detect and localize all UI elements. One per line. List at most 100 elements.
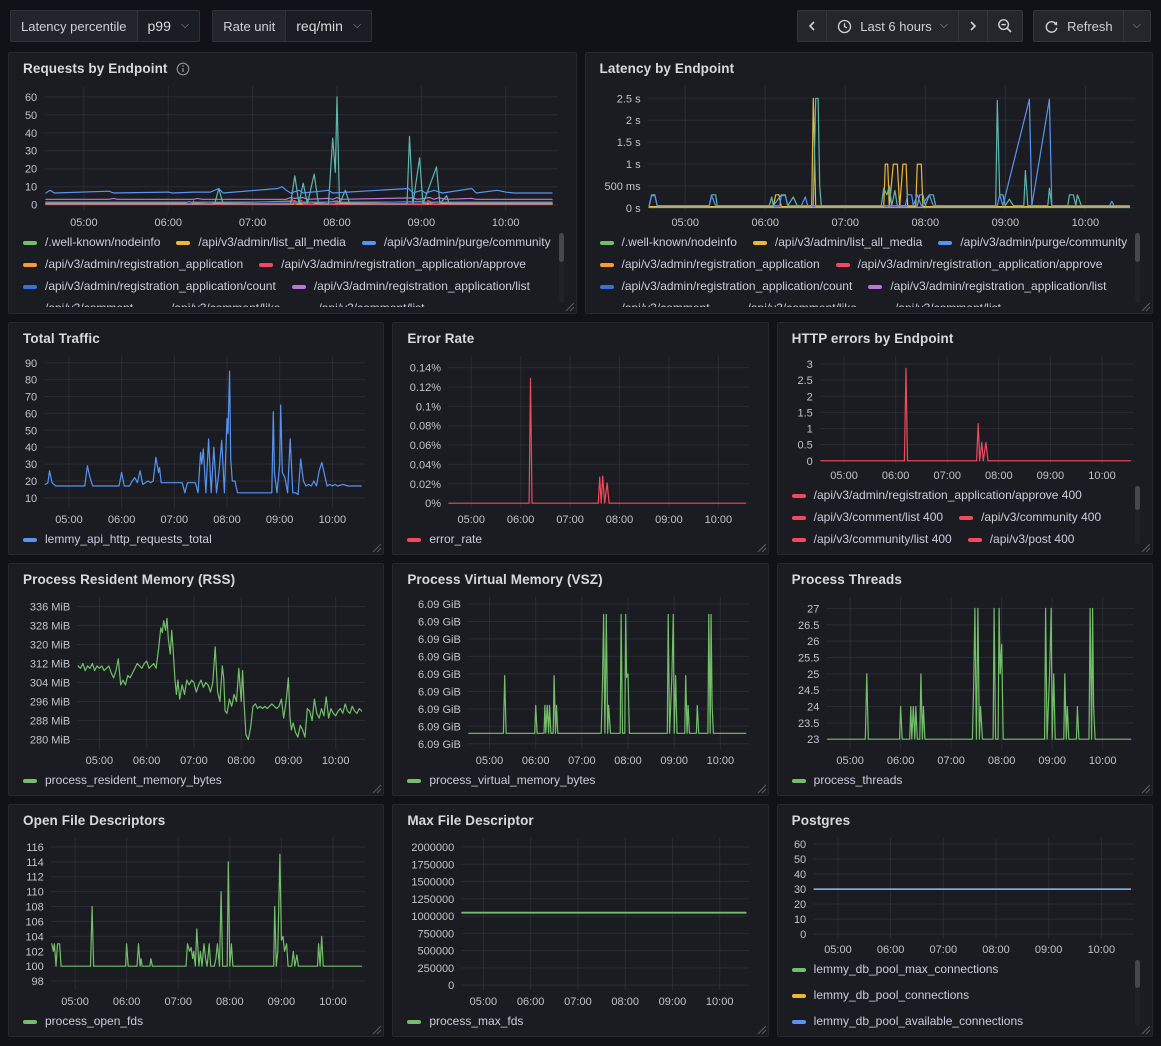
time-series-chart[interactable]: 98 100 102 104 106 108 110 112 114 116 05:00 06:00 0… <box>19 830 373 1010</box>
time-series-chart[interactable]: 0 10 20 30 40 50 60 05:00 06:00 07:00 08:00 09:00 10… <box>19 78 566 231</box>
panel-resize-handle[interactable] <box>1139 300 1151 312</box>
legend-item[interactable]: /api/v3/comment/list <box>872 300 1001 307</box>
legend-scrollbar-thumb[interactable] <box>1135 233 1140 263</box>
panel-resize-handle[interactable] <box>370 782 382 794</box>
legend-item[interactable]: /api/v3/admin/list_all_media <box>752 234 922 251</box>
panel-title[interactable]: Process Virtual Memory (VSZ) <box>407 572 602 587</box>
refresh-interval-button[interactable]: ⌵ <box>1122 10 1151 42</box>
svg-text:08:00: 08:00 <box>323 217 351 229</box>
legend-item[interactable]: /api/v3/admin/registration_application/c… <box>599 278 852 295</box>
time-range-picker-button[interactable]: Last 6 hours ⌵ <box>826 10 960 42</box>
time-series-chart[interactable]: 0% 0.02% 0.04% 0.06% 0.08% 0.1% 0.12% 0.14% 05:0… <box>403 348 757 528</box>
svg-text:6.09 GiB: 6.09 GiB <box>418 721 461 733</box>
panel-title[interactable]: HTTP errors by Endpoint <box>792 331 954 346</box>
legend-item[interactable]: /api/v3/admin/registration_application/l… <box>291 278 530 295</box>
panel-resize-handle[interactable] <box>563 300 575 312</box>
legend-swatch <box>791 1019 806 1024</box>
legend-item[interactable]: /api/v3/comment <box>23 300 133 307</box>
panel-header: Latency by Endpoint <box>596 59 1143 78</box>
legend-item[interactable]: /api/v3/admin/registration_application/c… <box>23 278 276 295</box>
panel-title[interactable]: Requests by Endpoint <box>23 61 168 76</box>
time-series-chart[interactable]: 6.09 GiB 6.09 GiB 6.09 GiB 6.09 GiB 6.09 GiB… <box>403 589 757 769</box>
svg-text:07:00: 07:00 <box>933 470 961 482</box>
time-shift-back-button[interactable] <box>797 10 828 42</box>
svg-text:08:00: 08:00 <box>985 470 1013 482</box>
time-series-chart[interactable]: 0 10 20 30 40 50 60 05:00 06:00 07:00 08:00 09:00 10… <box>788 830 1142 958</box>
time-series-chart[interactable]: 0 s 500 ms 1 s 1.5 s 2 s 2.5 s 05:00 06:00 07:00… <box>596 78 1143 231</box>
legend-label: process_max_fds <box>429 1014 524 1028</box>
legend-item[interactable]: /api/v3/admin/registration_application/a… <box>259 256 526 273</box>
legend-scrollbar-thumb[interactable] <box>1135 486 1140 511</box>
legend-item[interactable]: /api/v3/comment/list <box>296 300 424 307</box>
legend-item[interactable]: error_rate <box>407 531 482 548</box>
legend-item[interactable]: /api/v3/admin/registration_application/a… <box>791 487 1082 504</box>
panel-title[interactable]: Open File Descriptors <box>23 813 165 828</box>
panel-resize-handle[interactable] <box>370 541 382 553</box>
svg-text:6.09 GiB: 6.09 GiB <box>418 634 461 646</box>
zoom-out-time-button[interactable] <box>987 10 1024 42</box>
legend-item[interactable]: process_open_fds <box>23 1013 143 1030</box>
panel-resize-handle[interactable] <box>1139 541 1151 553</box>
legend-item[interactable]: /api/v3/admin/purge/community <box>361 234 551 251</box>
panel-resize-handle[interactable] <box>370 1023 382 1035</box>
time-series-chart[interactable]: 10 20 30 40 50 60 70 80 90 05:00 06:00 07:00 08:00 09… <box>19 348 373 528</box>
legend-item[interactable]: process_virtual_memory_bytes <box>407 772 595 789</box>
panel-title[interactable]: Error Rate <box>407 331 474 346</box>
legend-item[interactable]: lemmy_db_pool_available_connections <box>791 1013 1023 1030</box>
legend-item[interactable]: /api/v3/comment/like <box>149 300 280 307</box>
info-icon[interactable] <box>176 62 190 76</box>
svg-text:08:00: 08:00 <box>982 944 1010 956</box>
panel-title[interactable]: Max File Descriptor <box>407 813 533 828</box>
legend-label: /api/v3/comment <box>45 300 133 307</box>
svg-text:102: 102 <box>25 946 43 958</box>
rate-unit-value: req/min <box>296 18 343 34</box>
legend-item[interactable]: /api/v3/admin/registration_application <box>599 256 820 273</box>
legend-item[interactable]: /api/v3/admin/registration_application/l… <box>868 278 1106 295</box>
refresh-button[interactable]: Refresh <box>1033 10 1124 42</box>
time-series-chart[interactable]: 0 250000 500000 750000 1000000 1250000 1500000… <box>403 830 757 1010</box>
legend-item[interactable]: lemmy_db_pool_connections <box>791 987 969 1004</box>
time-series-chart[interactable]: 280 MiB 288 MiB 296 MiB 304 MiB 312 MiB 320 M… <box>19 589 373 769</box>
panel-resize-handle[interactable] <box>1139 1023 1151 1035</box>
panel-resize-handle[interactable] <box>755 782 767 794</box>
legend-item[interactable]: /api/v3/comment <box>599 300 710 307</box>
svg-text:6.09 GiB: 6.09 GiB <box>418 686 461 698</box>
legend-item[interactable]: /.well-known/nodeinfo <box>599 234 737 251</box>
legend-item[interactable]: /api/v3/comment/list 400 <box>791 509 943 526</box>
legend-item[interactable]: /api/v3/community/list 400 <box>791 531 952 548</box>
panel-resize-handle[interactable] <box>755 541 767 553</box>
legend-item[interactable]: process_max_fds <box>407 1013 523 1030</box>
time-series-chart[interactable]: 0 0.5 1 1.5 2 2.5 3 05:00 06:00 07:00 08:00 09:00 10… <box>788 348 1142 484</box>
time-series-chart[interactable]: 23 23.5 24 24.5 25 25.5 26 26.5 27 05:00 06:00 07:0… <box>788 589 1142 769</box>
legend-item[interactable]: /api/v3/post 400 <box>967 531 1074 548</box>
legend-item[interactable]: lemmy_api_http_requests_total <box>23 531 212 548</box>
legend-scrollbar-thumb[interactable] <box>558 233 564 263</box>
time-shift-forward-button[interactable] <box>958 10 989 42</box>
legend-swatch <box>599 306 614 307</box>
legend-item[interactable]: /.well-known/nodeinfo <box>23 234 160 251</box>
panel-title[interactable]: Postgres <box>792 813 851 828</box>
legend-scrollbar-thumb[interactable] <box>1135 960 1140 988</box>
legend-item[interactable]: process_resident_memory_bytes <box>23 772 222 789</box>
panel-resize-handle[interactable] <box>755 1023 767 1035</box>
svg-text:0 s: 0 s <box>625 203 640 215</box>
legend-item[interactable]: process_threads <box>791 772 902 789</box>
clock-icon <box>838 19 852 33</box>
legend-item[interactable]: /api/v3/admin/list_all_media <box>176 234 346 251</box>
panel-title[interactable]: Process Resident Memory (RSS) <box>23 572 235 587</box>
legend-item[interactable]: lemmy_db_pool_max_connections <box>791 961 998 978</box>
svg-text:6.09 GiB: 6.09 GiB <box>418 669 461 681</box>
panel-title[interactable]: Latency by Endpoint <box>600 61 735 76</box>
latency-percentile-select[interactable]: p99 ⌵ <box>136 10 201 42</box>
panel-title[interactable]: Total Traffic <box>23 331 100 346</box>
rate-unit-select[interactable]: req/min ⌵ <box>285 10 373 42</box>
legend-item[interactable]: /api/v3/comment/like <box>725 300 857 307</box>
legend-item[interactable]: /api/v3/community 400 <box>959 509 1101 526</box>
panel-title[interactable]: Process Threads <box>792 572 902 587</box>
legend-item[interactable]: /api/v3/admin/purge/community <box>938 234 1127 251</box>
legend-item[interactable]: /api/v3/admin/registration_application/a… <box>835 256 1102 273</box>
svg-text:0.5: 0.5 <box>797 440 812 452</box>
legend-item[interactable]: /api/v3/admin/registration_application <box>23 256 243 273</box>
panel-resize-handle[interactable] <box>1139 782 1151 794</box>
svg-text:60: 60 <box>25 92 37 104</box>
